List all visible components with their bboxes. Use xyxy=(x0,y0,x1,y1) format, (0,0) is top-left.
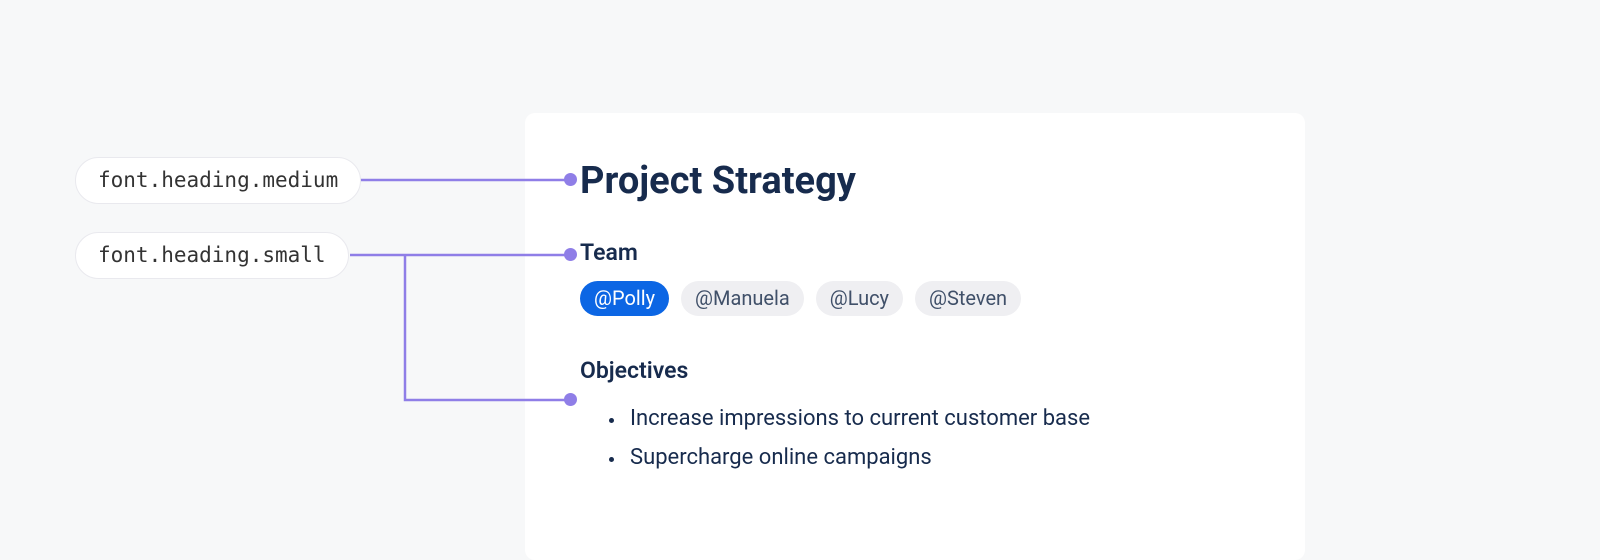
annotation-font-heading-small: font.heading.small xyxy=(75,232,349,279)
team-tags: @Polly @Manuela @Lucy @Steven xyxy=(580,281,1250,316)
team-section: Team @Polly @Manuela @Lucy @Steven xyxy=(580,238,1250,317)
team-heading: Team xyxy=(580,238,1250,268)
list-item: Supercharge online campaigns xyxy=(626,439,1250,478)
objectives-heading: Objectives xyxy=(580,356,1250,386)
content-card: Project Strategy Team @Polly @Manuela @L… xyxy=(525,113,1305,560)
annotation-font-heading-medium: font.heading.medium xyxy=(75,157,361,204)
connector-dot-icon xyxy=(564,248,577,261)
connector-dot-icon xyxy=(564,393,577,406)
mention-tag[interactable]: @Polly xyxy=(580,281,669,316)
objectives-list: Increase impressions to current customer… xyxy=(580,400,1250,477)
objectives-section: Objectives Increase impressions to curre… xyxy=(580,356,1250,477)
mention-tag[interactable]: @Manuela xyxy=(681,281,804,316)
mention-tag[interactable]: @Lucy xyxy=(816,281,903,316)
page-title: Project Strategy xyxy=(580,158,1250,206)
mention-tag[interactable]: @Steven xyxy=(915,281,1021,316)
connector-dot-icon xyxy=(564,173,577,186)
list-item: Increase impressions to current customer… xyxy=(626,400,1250,439)
